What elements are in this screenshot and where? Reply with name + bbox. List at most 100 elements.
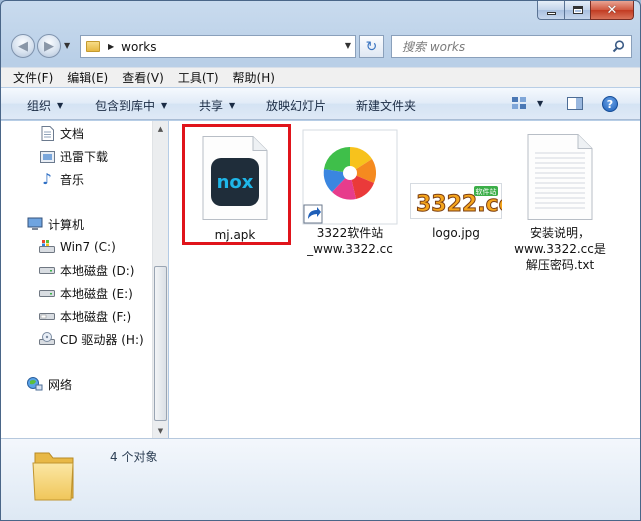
nav-item-drive-e[interactable]: 本地磁盘 (E:)	[39, 284, 133, 302]
document-icon	[39, 125, 55, 141]
logo-image-thumbnail: 3322.cc 软件站	[410, 183, 502, 219]
include-library-button[interactable]: 包含到库中 ▼	[95, 97, 167, 114]
nav-label-computer: 计算机	[48, 217, 85, 232]
file-name-readme-line1: 安装说明，	[529, 226, 590, 240]
explorer-window: ✕ ◀ ▶ ▼ ▶ works ▼ ↻ 文件(F) 编辑(E) 查看(V) 工具…	[0, 0, 641, 521]
share-label: 共享	[199, 99, 224, 113]
navigation-pane: 文档 迅雷下载 ♪ 音乐 计算机 Win7 (C:) 本地磁盘 (D:) 本地磁…	[1, 121, 168, 438]
menu-bar: 文件(F) 编辑(E) 查看(V) 工具(T) 帮助(H)	[1, 67, 640, 87]
back-button[interactable]: ◀	[11, 34, 35, 58]
refresh-button[interactable]: ↻	[359, 35, 384, 58]
maximize-button[interactable]	[564, 1, 590, 20]
include-library-label: 包含到库中	[95, 99, 156, 113]
file-name-3322-line2: _www.3322.cc	[307, 242, 393, 256]
address-row: ◀ ▶ ▼ ▶ works ▼ ↻	[1, 31, 640, 61]
new-folder-button[interactable]: 新建文件夹	[356, 97, 416, 114]
nav-item-computer[interactable]: 计算机	[27, 215, 84, 233]
hard-drive-icon	[39, 285, 55, 301]
file-name-logo-jpg: logo.jpg	[432, 226, 480, 240]
details-pane: 4 个对象	[1, 438, 640, 520]
scroll-down-icon[interactable]: ▼	[153, 423, 168, 438]
windows-drive-icon	[39, 239, 55, 255]
minimize-button[interactable]	[537, 1, 564, 20]
view-dropdown-icon[interactable]: ▼	[537, 99, 543, 108]
address-dropdown-icon[interactable]: ▼	[345, 41, 351, 50]
red-highlight-box	[182, 124, 291, 245]
menu-file[interactable]: 文件(F)	[13, 69, 53, 86]
nav-item-drive-d[interactable]: 本地磁盘 (D:)	[39, 261, 134, 279]
recent-pages-dropdown[interactable]: ▼	[64, 41, 70, 50]
file-item-3322-shortcut[interactable]: 3322软件站 _www.3322.cc	[300, 127, 400, 257]
nav-item-music[interactable]: ♪ 音乐	[39, 170, 84, 188]
nav-label-drive-d: 本地磁盘 (D:)	[60, 263, 135, 278]
nav-scrollbar[interactable]: ▲ ▼	[152, 121, 168, 438]
minimize-icon	[546, 11, 556, 15]
preview-pane-button[interactable]	[567, 97, 583, 110]
forward-button[interactable]: ▶	[37, 34, 61, 58]
nav-item-xunlei-download[interactable]: 迅雷下载	[39, 147, 108, 165]
nav-item-network[interactable]: 网络	[27, 375, 72, 393]
cd-drive-icon	[39, 331, 55, 347]
search-icon[interactable]	[612, 40, 625, 53]
organize-dropdown-icon: ▼	[57, 101, 64, 110]
file-item-readme-txt[interactable]: 安装说明， www.3322.cc是 解压密码.txt	[510, 127, 610, 277]
music-note-icon: ♪	[42, 170, 52, 188]
nav-label-drive-c: Win7 (C:)	[60, 240, 116, 254]
share-button[interactable]: 共享 ▼	[199, 97, 235, 114]
organize-label: 组织	[27, 99, 52, 113]
hard-drive-icon	[39, 308, 55, 324]
nav-label-music: 音乐	[60, 172, 85, 187]
file-name-3322-line1: 3322软件站	[316, 226, 384, 240]
scroll-up-icon[interactable]: ▲	[153, 121, 168, 136]
network-icon	[27, 376, 43, 392]
file-list: nox mj.apk 3322软件站 _www.3322.cc 3322.c 软…	[169, 121, 640, 438]
breadcrumb-arrow-icon[interactable]: ▶	[108, 42, 114, 51]
file-name-readme-line2: www.3322.cc是	[514, 242, 606, 256]
organize-button[interactable]: 组织 ▼	[27, 97, 63, 114]
search-input[interactable]	[402, 39, 602, 54]
nav-label-xunlei-download: 迅雷下载	[60, 149, 109, 164]
nav-item-drive-c[interactable]: Win7 (C:)	[39, 238, 116, 256]
menu-tools[interactable]: 工具(T)	[178, 69, 219, 86]
share-dropdown-icon: ▼	[229, 101, 236, 110]
computer-icon	[27, 216, 43, 232]
folder-icon	[86, 41, 100, 52]
nav-label-network: 网络	[48, 377, 73, 392]
hard-drive-icon	[39, 262, 55, 278]
pinwheel-shortcut-icon	[302, 129, 398, 225]
nav-label-drive-e: 本地磁盘 (E:)	[60, 286, 133, 301]
nav-item-documents[interactable]: 文档	[39, 124, 84, 142]
back-arrow-icon: ◀	[18, 38, 28, 54]
search-box[interactable]	[391, 35, 632, 58]
item-count-label: 4 个对象	[110, 450, 158, 464]
slideshow-button[interactable]: 放映幻灯片	[266, 97, 326, 114]
forward-arrow-icon: ▶	[44, 38, 54, 54]
menu-view[interactable]: 查看(V)	[122, 69, 164, 86]
maximize-icon	[572, 6, 583, 14]
caption-buttons: ✕	[537, 1, 634, 21]
nav-label-drive-h: CD 驱动器 (H:)	[60, 332, 144, 347]
nav-item-drive-h[interactable]: CD 驱动器 (H:)	[39, 330, 144, 348]
menu-help[interactable]: 帮助(H)	[233, 69, 275, 86]
help-button[interactable]: ?	[602, 96, 618, 112]
view-options-icon[interactable]	[512, 97, 526, 109]
scroll-thumb[interactable]	[154, 266, 167, 421]
menu-edit[interactable]: 编辑(E)	[67, 69, 108, 86]
command-bar: 组织 ▼ 包含到库中 ▼ 共享 ▼ 放映幻灯片 新建文件夹 ▼ ?	[1, 88, 640, 120]
refresh-icon: ↻	[365, 38, 378, 55]
include-library-dropdown-icon: ▼	[161, 101, 168, 110]
folder-large-icon	[32, 452, 74, 501]
address-bar[interactable]: ▶ works ▼	[80, 35, 356, 58]
file-name-readme-line3: 解压密码.txt	[525, 258, 595, 272]
file-item-logo-jpg[interactable]: 3322.cc 软件站 logo.jpg	[406, 127, 506, 245]
download-folder-icon	[39, 148, 55, 164]
logo-badge-text: 软件站	[476, 187, 497, 196]
help-icon: ?	[606, 97, 614, 111]
nav-item-drive-f[interactable]: 本地磁盘 (F:)	[39, 307, 131, 325]
breadcrumb-works[interactable]: works	[121, 40, 156, 54]
nav-label-documents: 文档	[60, 126, 85, 141]
close-button[interactable]: ✕	[590, 1, 634, 20]
close-icon: ✕	[606, 2, 618, 18]
text-file-icon	[527, 134, 593, 220]
nav-label-drive-f: 本地磁盘 (F:)	[60, 309, 132, 324]
